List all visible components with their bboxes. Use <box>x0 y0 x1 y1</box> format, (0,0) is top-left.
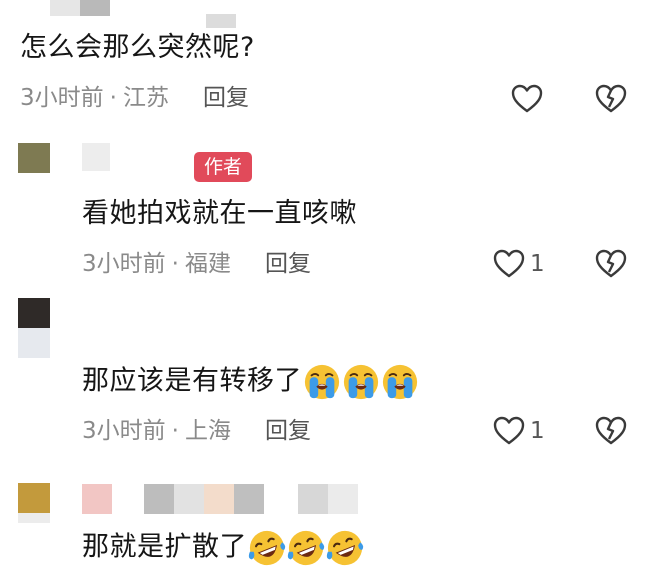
like-button[interactable]: 1 <box>492 248 545 280</box>
blurred-username-fragment <box>18 513 50 523</box>
blurred-username-fragment <box>174 484 204 514</box>
tears-of-joy-emoji <box>326 530 364 566</box>
blurred-username-fragment <box>206 14 236 28</box>
broken-heart-icon <box>595 84 627 113</box>
loudly-crying-emoji <box>304 364 340 400</box>
comment-text-content: 那应该是有转移了 <box>82 365 302 397</box>
tears-of-joy-emoji <box>287 530 325 566</box>
meta-separator: · <box>171 418 179 444</box>
dislike-button[interactable] <box>594 83 628 119</box>
blurred-username <box>82 143 110 171</box>
reply-button[interactable]: 回复 <box>203 85 249 111</box>
emoji-row <box>247 530 364 566</box>
like-count: 1 <box>530 251 545 277</box>
comment-meta: 3小时前 · 江苏 回复 <box>20 83 249 113</box>
author-badge: 作者 <box>194 152 252 182</box>
avatar[interactable] <box>18 483 50 513</box>
comment-location: 江苏 <box>122 85 169 111</box>
comment-text: 看她拍戏就在一直咳嗽 <box>82 198 357 229</box>
blurred-username-fragment <box>82 484 112 514</box>
blurred-username-fragment <box>80 0 110 16</box>
heart-outline-icon <box>511 84 543 113</box>
heart-outline-icon <box>493 249 525 278</box>
blurred-username-fragment <box>50 0 80 16</box>
reply-button[interactable]: 回复 <box>265 418 311 444</box>
loudly-crying-emoji <box>382 364 418 400</box>
broken-heart-icon <box>595 416 627 445</box>
blurred-username-fragment <box>328 484 358 514</box>
like-count: 1 <box>530 418 545 444</box>
tears-of-joy-emoji <box>248 530 286 566</box>
blurred-username <box>18 328 50 358</box>
blurred-username-fragment <box>234 484 264 514</box>
avatar[interactable] <box>18 143 50 173</box>
blurred-username-fragment <box>298 484 328 514</box>
dislike-button[interactable] <box>594 415 628 451</box>
broken-heart-icon <box>595 249 627 278</box>
comment-text: 那应该是有转移了 <box>82 363 419 401</box>
blurred-username-fragment <box>144 484 174 514</box>
loudly-crying-emoji <box>343 364 379 400</box>
comment-text-content: 那就是扩散了 <box>82 531 247 563</box>
comment-text: 怎么会那么突然呢? <box>20 32 255 63</box>
comment-time: 3小时前 <box>82 251 166 277</box>
comment-location: 福建 <box>184 251 231 277</box>
emoji-row <box>302 364 419 400</box>
meta-separator: · <box>171 251 179 277</box>
comment-time: 3小时前 <box>82 418 166 444</box>
avatar[interactable] <box>18 298 50 328</box>
comment-meta: 3小时前 · 福建 回复 <box>82 249 311 279</box>
blurred-username-fragment <box>204 484 234 514</box>
comment-text: 那就是扩散了 <box>82 529 364 567</box>
meta-separator: · <box>109 85 117 111</box>
comment-time: 3小时前 <box>20 85 104 111</box>
comment-location: 上海 <box>184 418 231 444</box>
like-button[interactable] <box>510 83 544 115</box>
reply-button[interactable]: 回复 <box>265 251 311 277</box>
comment-meta: 3小时前 · 上海 回复 <box>82 416 311 446</box>
dislike-button[interactable] <box>594 248 628 284</box>
like-button[interactable]: 1 <box>492 415 545 447</box>
heart-outline-icon <box>493 416 525 445</box>
